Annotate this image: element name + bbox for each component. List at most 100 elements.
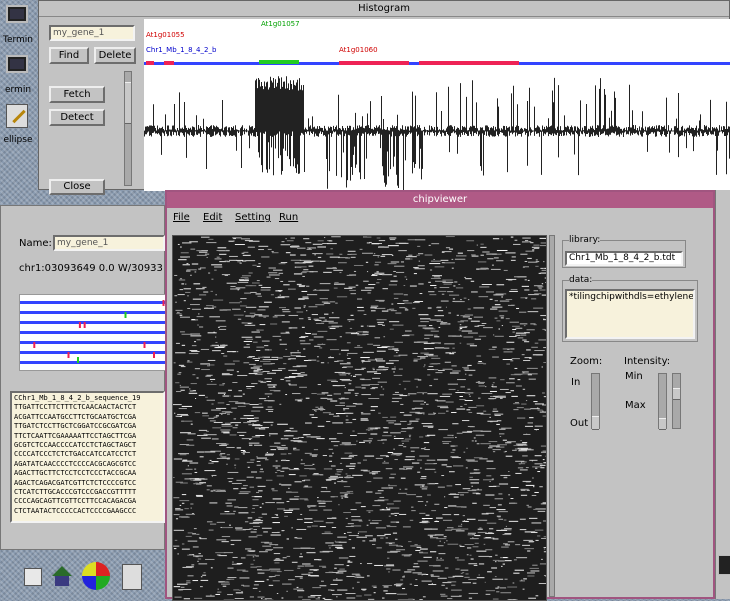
chip-probe bbox=[222, 274, 230, 275]
menu-file[interactable]: File bbox=[173, 212, 190, 223]
chip-probe bbox=[314, 559, 319, 560]
chip-probe bbox=[257, 465, 261, 466]
chip-scrollbar[interactable] bbox=[549, 235, 555, 597]
chip-probe bbox=[299, 318, 303, 319]
chip-image[interactable] bbox=[172, 235, 547, 601]
chip-probe bbox=[256, 477, 262, 478]
chip-probe bbox=[496, 424, 500, 425]
histogram-titlebar[interactable]: Histogram bbox=[39, 1, 729, 17]
close-button[interactable]: Close bbox=[49, 179, 105, 195]
chip-probe bbox=[530, 408, 539, 409]
menu-edit[interactable]: Edit bbox=[203, 212, 222, 223]
chip-probe bbox=[272, 600, 274, 601]
scrollbar-thumb[interactable] bbox=[125, 82, 131, 124]
chip-probe bbox=[409, 435, 411, 436]
zoom-slider[interactable] bbox=[591, 373, 600, 429]
intensity-min-slider[interactable] bbox=[658, 373, 667, 429]
chip-probe bbox=[254, 445, 262, 446]
chip-probe bbox=[286, 492, 292, 493]
chip-probe bbox=[252, 436, 260, 437]
chip-probe bbox=[186, 445, 194, 446]
chip-probe bbox=[485, 549, 492, 550]
chip-probe bbox=[493, 451, 495, 452]
chip-probe bbox=[496, 509, 505, 510]
sequence-text-area[interactable]: CChr1_Mb_1_8_4_2_b_sequence_19TTGATTCCTT… bbox=[10, 391, 165, 523]
chip-probe bbox=[235, 458, 240, 459]
chip-probe bbox=[227, 577, 236, 578]
chip-probe bbox=[408, 255, 412, 256]
chip-probe bbox=[383, 336, 385, 337]
chip-probe bbox=[372, 520, 382, 521]
chip-probe bbox=[499, 311, 508, 312]
intensity-min-thumb[interactable] bbox=[659, 418, 666, 430]
chip-probe bbox=[522, 371, 529, 372]
delete-button[interactable]: Delete bbox=[94, 47, 136, 64]
chip-probe bbox=[325, 319, 327, 320]
zoom-slider-thumb[interactable] bbox=[592, 416, 599, 430]
desktop-icon-terminal-1[interactable]: Termin bbox=[0, 0, 36, 48]
chip-probe bbox=[434, 521, 439, 522]
globe-icon[interactable] bbox=[82, 562, 110, 590]
desktop-icon-editor[interactable]: ellipse bbox=[0, 100, 36, 148]
chip-probe bbox=[263, 359, 270, 360]
clock-icon[interactable] bbox=[122, 564, 142, 590]
chip-probe bbox=[528, 311, 539, 312]
histogram-plot[interactable]: At1g01057 At1g01055 Chr1_Mb_1_8_4_2_b At… bbox=[144, 19, 730, 191]
chip-probe bbox=[337, 433, 342, 434]
gene-name-input[interactable]: my_gene_1 bbox=[53, 235, 165, 251]
chip-probe bbox=[525, 298, 527, 299]
menu-bar: File Edit Setting Run bbox=[167, 210, 713, 226]
file-manager-icon[interactable] bbox=[24, 568, 42, 586]
chip-probe bbox=[212, 350, 221, 351]
chip-probe bbox=[414, 273, 417, 274]
chip-probe bbox=[232, 382, 237, 383]
track-mark bbox=[79, 322, 81, 328]
chip-probe bbox=[283, 311, 291, 312]
chip-probe bbox=[434, 336, 439, 337]
gene-track-panel[interactable] bbox=[19, 294, 166, 371]
chip-probe bbox=[268, 387, 275, 388]
intensity-max-slider[interactable] bbox=[672, 373, 681, 429]
chip-probe bbox=[393, 533, 397, 534]
fetch-button[interactable]: Fetch bbox=[49, 86, 105, 103]
chip-probe bbox=[359, 442, 365, 443]
chip-probe bbox=[269, 274, 280, 275]
menu-setting[interactable]: Setting bbox=[235, 212, 271, 223]
find-button[interactable]: Find bbox=[49, 47, 89, 64]
chip-probe bbox=[490, 309, 497, 310]
chip-probe bbox=[483, 505, 490, 506]
chipviewer-titlebar[interactable]: chipviewer bbox=[167, 192, 713, 208]
chip-probe bbox=[477, 577, 485, 578]
chip-probe bbox=[194, 528, 197, 529]
data-list[interactable]: *tilingchipwithdls=ethylene bbox=[565, 289, 695, 339]
library-field[interactable]: Chr1_Mb_1_8_4_2_b.tdt bbox=[565, 251, 683, 266]
histogram-scrollbar[interactable] bbox=[124, 71, 132, 186]
chip-probe bbox=[414, 563, 418, 564]
chip-probe bbox=[286, 430, 291, 431]
home-icon[interactable] bbox=[52, 566, 72, 576]
sequence-line: CCCCAGCAGTTCGTTCCTTCCACAGACGA bbox=[14, 497, 161, 506]
desktop-icon-terminal-2[interactable]: ermin bbox=[0, 50, 36, 98]
chip-probe bbox=[250, 567, 257, 568]
gene-name-field[interactable]: my_gene_1 bbox=[49, 25, 135, 41]
chip-probe bbox=[302, 563, 311, 564]
chip-probe bbox=[540, 467, 544, 468]
chip-probe bbox=[367, 481, 372, 482]
terminal-icon[interactable] bbox=[718, 555, 730, 575]
intensity-max-thumb[interactable] bbox=[673, 388, 680, 400]
chip-probe bbox=[332, 545, 343, 546]
chip-probe bbox=[351, 333, 359, 334]
chip-probe bbox=[449, 295, 459, 296]
detect-button[interactable]: Detect bbox=[49, 109, 105, 126]
chip-probe bbox=[420, 357, 425, 358]
menu-run[interactable]: Run bbox=[279, 212, 298, 223]
chip-probe bbox=[479, 296, 489, 297]
chip-probe bbox=[301, 336, 309, 337]
chip-probe bbox=[377, 279, 381, 280]
chip-probe bbox=[305, 565, 314, 566]
chip-probe bbox=[292, 562, 298, 563]
data-list-item[interactable]: *tilingchipwithdls=ethylene bbox=[569, 292, 694, 302]
chip-probe bbox=[291, 527, 292, 528]
chip-probe bbox=[320, 407, 323, 408]
chip-probe bbox=[368, 428, 375, 429]
